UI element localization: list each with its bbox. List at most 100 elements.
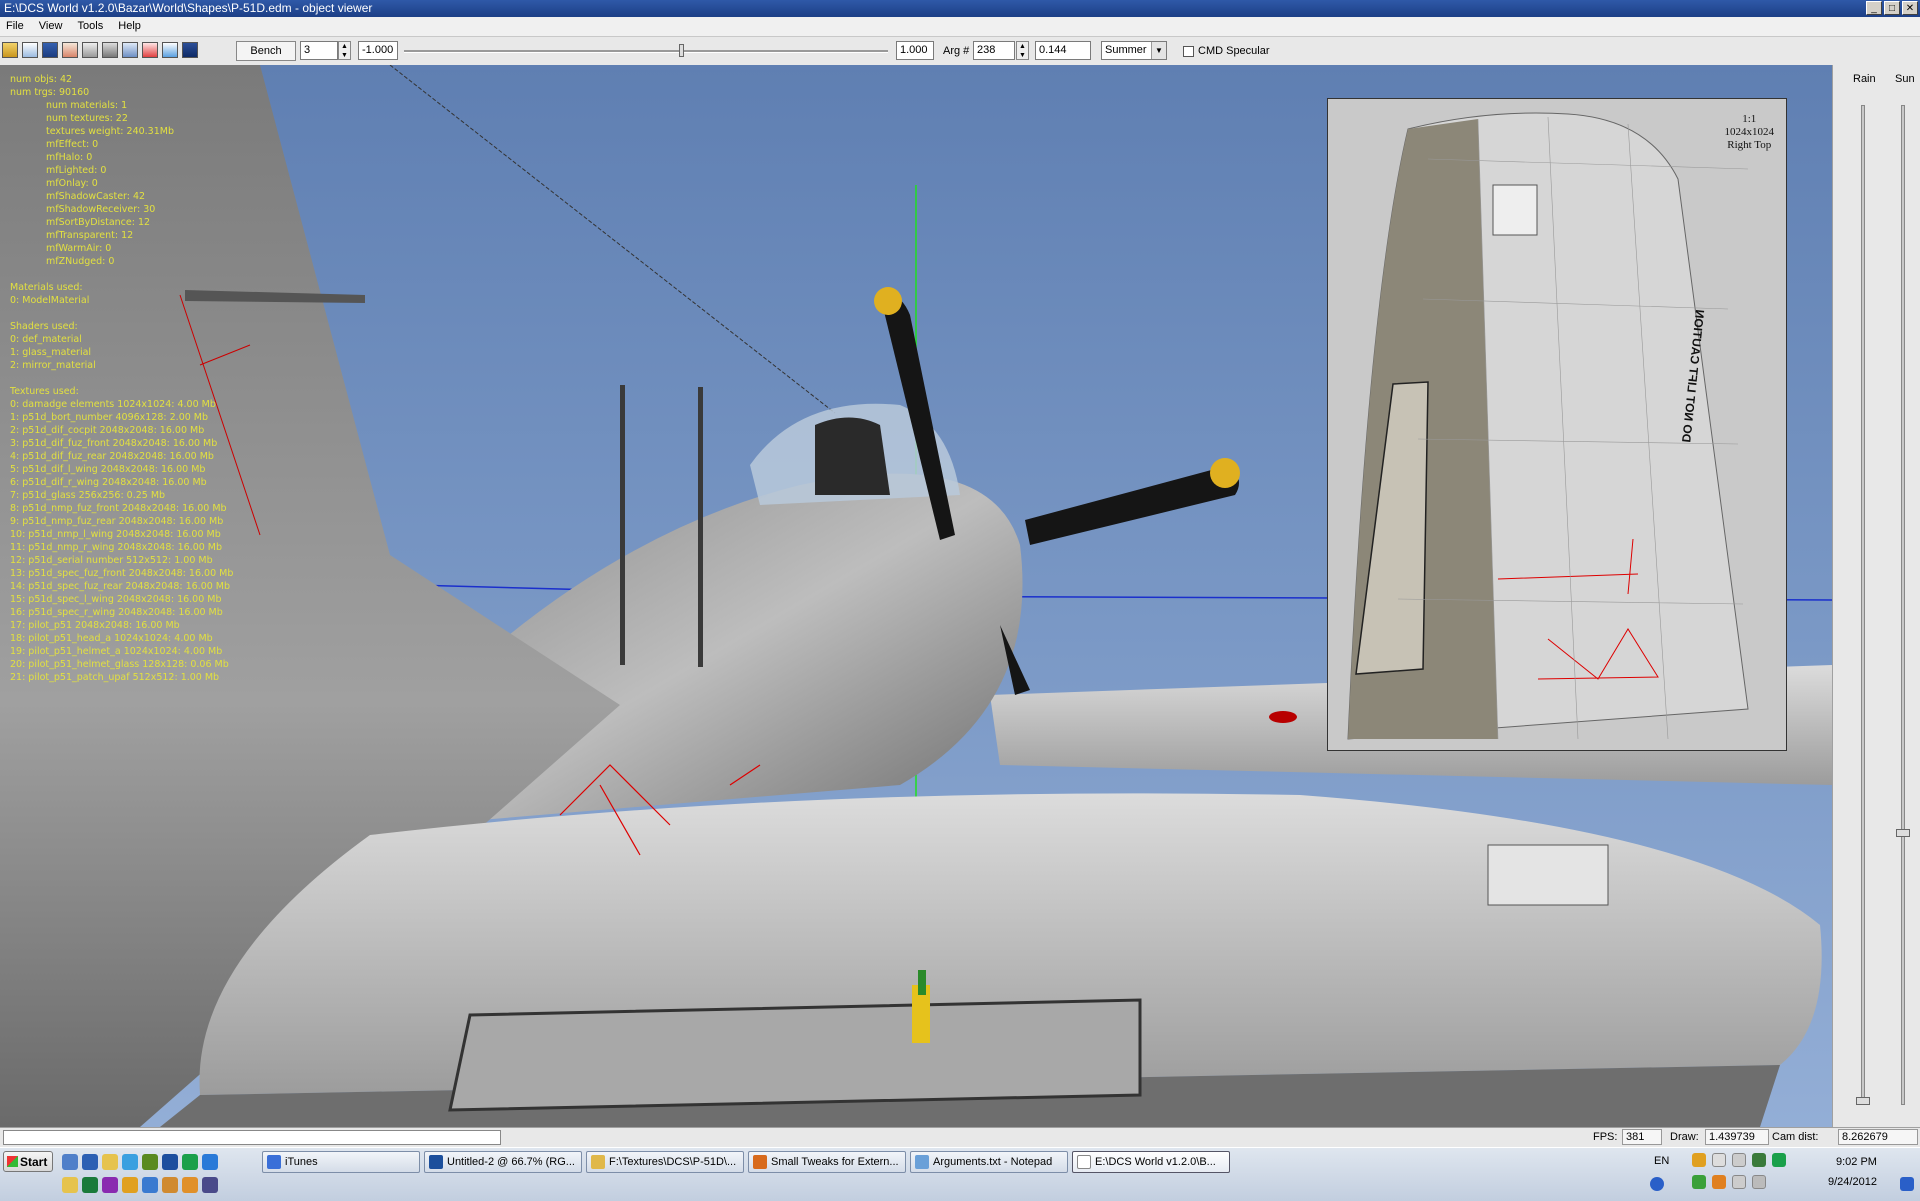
notification-icon[interactable] bbox=[1900, 1177, 1914, 1191]
cmd-specular-checkbox[interactable] bbox=[1183, 46, 1194, 57]
texture-entry: 14: p51d_spec_fuz_rear 2048x2048: 16.00 … bbox=[10, 581, 231, 592]
arg-number-input[interactable]: 238 bbox=[973, 41, 1015, 60]
paint-icon[interactable] bbox=[182, 1177, 198, 1193]
menu-file[interactable]: File bbox=[0, 17, 30, 36]
zoom-icon[interactable] bbox=[162, 42, 178, 58]
monitor-icon[interactable] bbox=[1752, 1153, 1766, 1167]
normals-icon[interactable] bbox=[102, 42, 118, 58]
menu-view[interactable]: View bbox=[33, 17, 69, 36]
info-flag: mfSortByDistance: 12 bbox=[46, 217, 151, 228]
menu-tools[interactable]: Tools bbox=[72, 17, 110, 36]
link-icon[interactable] bbox=[202, 1177, 218, 1193]
season-select[interactable]: Summer ▼ bbox=[1101, 41, 1167, 60]
maximize-button[interactable]: □ bbox=[1884, 1, 1900, 15]
texture-preview-inset[interactable]: DO NOT LIFT CAUTION 1:1 1024x1024 Right … bbox=[1327, 98, 1787, 751]
folder-icon[interactable] bbox=[102, 1154, 118, 1170]
network-icon[interactable] bbox=[1732, 1153, 1746, 1167]
info-flag: mfShadowCaster: 42 bbox=[46, 191, 146, 202]
rain-label: Rain bbox=[1853, 73, 1876, 85]
volume-icon[interactable] bbox=[1712, 1175, 1726, 1189]
bench-count-spinner[interactable]: ▲ ▼ bbox=[338, 41, 351, 60]
skeleton-icon[interactable] bbox=[62, 42, 78, 58]
start-button[interactable]: Start bbox=[3, 1151, 53, 1172]
textures-header: Textures used: bbox=[10, 386, 79, 397]
power-icon[interactable] bbox=[1772, 1153, 1786, 1167]
texture-entry: 4: p51d_dif_fuz_rear 2048x2048: 16.00 Mb bbox=[10, 451, 214, 462]
task-itunes[interactable]: iTunes bbox=[262, 1151, 420, 1173]
info-num-objs: num objs: 42 bbox=[10, 74, 73, 85]
language-indicator[interactable]: EN bbox=[1654, 1155, 1669, 1167]
texture-entry: 11: p51d_nmp_r_wing 2048x2048: 16.00 Mb bbox=[10, 542, 223, 553]
app-icon bbox=[1077, 1155, 1091, 1169]
explorer-icon[interactable] bbox=[82, 1154, 98, 1170]
title-bar: E:\DCS World v1.2.0\Bazar\World\Shapes\P… bbox=[0, 0, 1920, 17]
texture-entry: 18: pilot_p51_head_a 1024x1024: 4.00 Mb bbox=[10, 633, 213, 644]
task-firefox[interactable]: Small Tweaks for Extern... bbox=[748, 1151, 906, 1173]
menu-help[interactable]: Help bbox=[112, 17, 147, 36]
3d-viewport[interactable]: num objs: 42 num trgs: 90160 num materia… bbox=[0, 65, 1832, 1127]
animation-icon[interactable] bbox=[142, 42, 158, 58]
texture-entry: 5: p51d_dif_l_wing 2048x2048: 16.00 Mb bbox=[10, 464, 206, 475]
wireframe-icon[interactable] bbox=[82, 42, 98, 58]
fps-value: 381 bbox=[1622, 1129, 1662, 1145]
arg-value-input[interactable]: 0.144 bbox=[1035, 41, 1091, 60]
arg-number-spinner[interactable]: ▲ ▼ bbox=[1016, 41, 1029, 60]
sun-slider-thumb[interactable] bbox=[1896, 829, 1910, 838]
texture-entry: 9: p51d_nmp_fuz_rear 2048x2048: 16.00 Mb bbox=[10, 516, 224, 527]
minimize-button[interactable]: _ bbox=[1866, 1, 1882, 15]
help-icon[interactable] bbox=[1650, 1177, 1664, 1191]
rain-slider-thumb[interactable] bbox=[1856, 1097, 1870, 1105]
bench-count-input[interactable]: 3 bbox=[300, 41, 338, 60]
save-icon[interactable] bbox=[42, 42, 58, 58]
chevron-down-icon[interactable]: ▼ bbox=[1151, 42, 1166, 59]
show-desktop-icon[interactable] bbox=[62, 1154, 78, 1170]
open-texture-icon[interactable] bbox=[22, 42, 38, 58]
excel-icon[interactable] bbox=[82, 1177, 98, 1193]
command-input[interactable] bbox=[3, 1130, 501, 1145]
tray-status-icon[interactable] bbox=[1692, 1175, 1706, 1189]
clock-date[interactable]: 9/24/2012 bbox=[1828, 1176, 1877, 1188]
clock-time[interactable]: 9:02 PM bbox=[1836, 1156, 1877, 1168]
texture-entry: 10: p51d_nmp_l_wing 2048x2048: 16.00 Mb bbox=[10, 529, 221, 540]
fps-label: FPS: bbox=[1593, 1131, 1618, 1143]
graph-icon[interactable] bbox=[122, 42, 138, 58]
screenshot-icon[interactable] bbox=[182, 42, 198, 58]
task-object-viewer[interactable]: E:\DCS World v1.2.0\B... bbox=[1072, 1151, 1230, 1173]
task-explorer[interactable]: F:\Textures\DCS\P-51D\... bbox=[586, 1151, 744, 1173]
environment-panel: Rain Sun bbox=[1832, 65, 1920, 1127]
task-label: iTunes bbox=[285, 1156, 318, 1168]
material-entry: 0: ModelMaterial bbox=[10, 295, 90, 306]
rain-slider-track[interactable] bbox=[1861, 105, 1865, 1105]
media-icon[interactable] bbox=[122, 1177, 138, 1193]
window-title: E:\DCS World v1.2.0\Bazar\World\Shapes\P… bbox=[4, 1, 373, 15]
open-file-icon[interactable] bbox=[2, 42, 18, 58]
inset-resolution: 1024x1024 bbox=[1724, 126, 1775, 138]
argument-slider-track[interactable] bbox=[404, 50, 888, 53]
close-button[interactable]: ✕ bbox=[1902, 1, 1918, 15]
argument-slider-thumb[interactable] bbox=[679, 44, 684, 57]
texture-entry: 1: p51d_bort_number 4096x128: 2.00 Mb bbox=[10, 412, 209, 423]
ie-icon[interactable] bbox=[122, 1154, 138, 1170]
slider-max-value[interactable]: 1.000 bbox=[896, 41, 934, 60]
photoshop-icon[interactable] bbox=[162, 1154, 178, 1170]
archive-icon[interactable] bbox=[162, 1177, 178, 1193]
draw-value: 1.439739 bbox=[1705, 1129, 1769, 1145]
texture-entry: 13: p51d_spec_fuz_front 2048x2048: 16.00… bbox=[10, 568, 234, 579]
texture-entry: 6: p51d_dif_r_wing 2048x2048: 16.00 Mb bbox=[10, 477, 207, 488]
dreamweaver-icon[interactable] bbox=[142, 1154, 158, 1170]
info-flag: textures weight: 240.31Mb bbox=[46, 126, 174, 137]
speaker-icon[interactable] bbox=[1752, 1175, 1766, 1189]
lightning-icon[interactable] bbox=[202, 1154, 218, 1170]
sun-slider-track[interactable] bbox=[1901, 105, 1905, 1105]
task-notepad[interactable]: Arguments.txt - Notepad bbox=[910, 1151, 1068, 1173]
onenote-icon[interactable] bbox=[102, 1177, 118, 1193]
flag-icon[interactable] bbox=[1712, 1153, 1726, 1167]
browser-icon[interactable] bbox=[142, 1177, 158, 1193]
shortcut-icon[interactable] bbox=[62, 1177, 78, 1193]
xbox-icon[interactable] bbox=[182, 1154, 198, 1170]
task-photoshop[interactable]: Untitled-2 @ 66.7% (RG... bbox=[424, 1151, 582, 1173]
bench-button[interactable]: Bench bbox=[236, 41, 296, 61]
display-icon[interactable] bbox=[1732, 1175, 1746, 1189]
slider-min-value[interactable]: -1.000 bbox=[358, 41, 398, 60]
tray-app-icon[interactable] bbox=[1692, 1153, 1706, 1167]
